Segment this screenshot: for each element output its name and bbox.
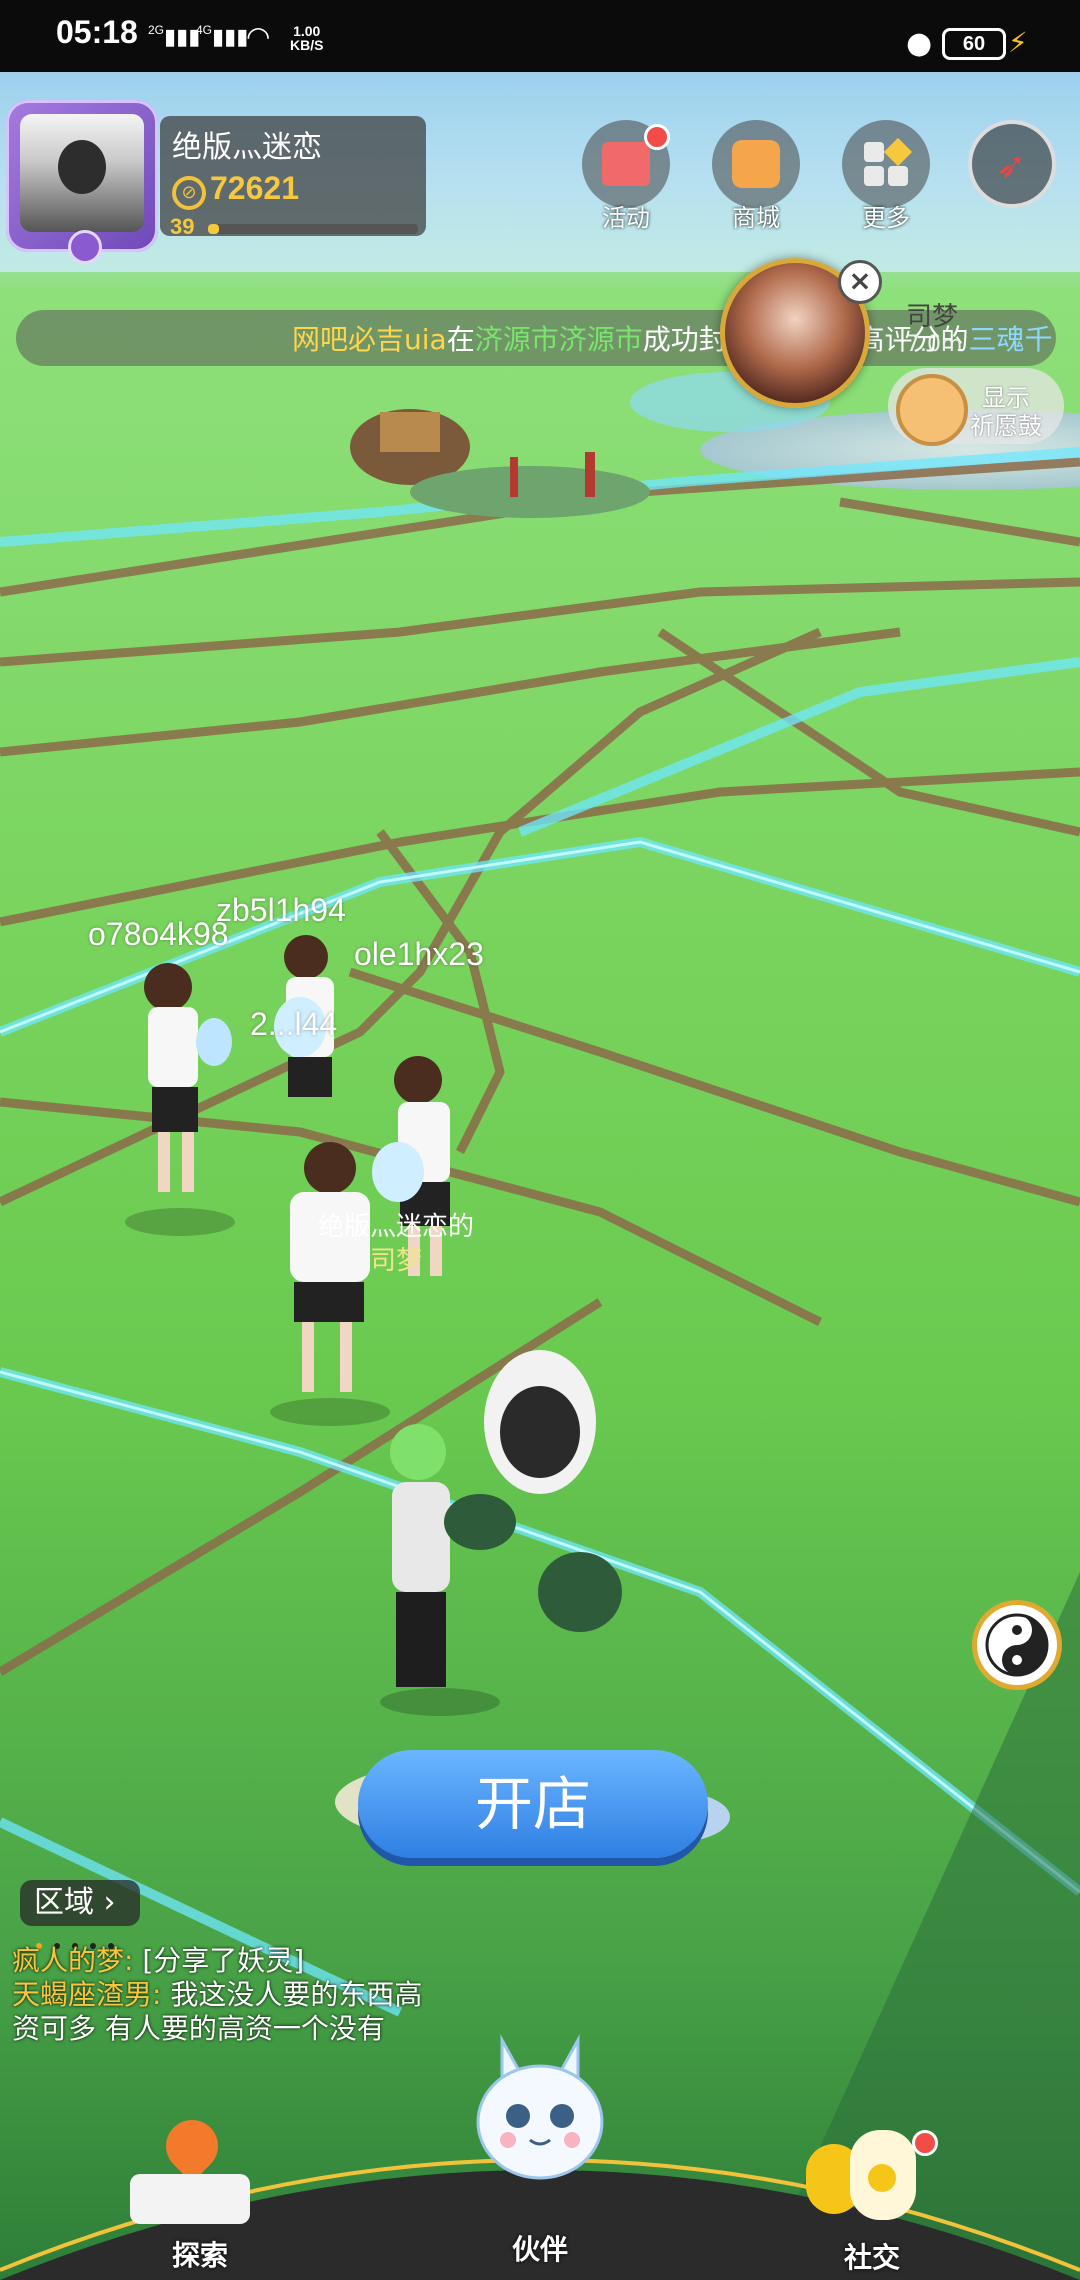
map-icon (130, 2174, 250, 2224)
announcement-place: 济源市济源市 (474, 323, 643, 356)
companion-name-tag: 司梦 (370, 1246, 423, 1276)
shop-button[interactable] (712, 120, 800, 208)
drum-icon (896, 374, 968, 446)
coin-count: 72621 (210, 170, 299, 206)
status-bar: 05:18 2G▮▮▮ 4G▮▮▮ ◠ 1.00 KB/S ● 60 ⚡ (0, 0, 1080, 72)
announcement-user: 网吧必吉uia (292, 323, 447, 356)
player-avatar[interactable] (6, 100, 158, 264)
location-icon: ● (906, 26, 933, 61)
coin-icon: ⊘ (172, 176, 206, 210)
player-level: 39 (170, 214, 195, 239)
activity-label: 活动 (602, 204, 650, 232)
chat-message[interactable]: 天蝎座渣男: 我这没人要的东西高 (12, 1978, 422, 2012)
social-button[interactable] (806, 2124, 926, 2234)
player-characters (125, 935, 730, 1843)
activity-notification-dot (644, 124, 670, 150)
announcement-banner: 网吧必吉uia在济源市济源市成功封印了1只超高评分的三魂千 (16, 310, 1056, 366)
close-icon[interactable]: × (838, 260, 882, 304)
grid-icon (888, 166, 908, 186)
signal-4g-icon: 4G▮▮▮ (196, 23, 249, 49)
compass-icon: ➶ (996, 146, 1027, 187)
drum-label-line2: 祈愿鼓 (970, 412, 1042, 440)
shop-label: 商城 (732, 204, 780, 232)
chat-message[interactable]: 资可多 有人要的高资一个没有 (12, 2012, 385, 2046)
shop-icon (732, 140, 780, 188)
charging-icon: ⚡ (1008, 26, 1028, 59)
companion-owner-tag: 绝版灬迷恋的 (318, 1212, 475, 1242)
compass-button[interactable]: ➶ (968, 120, 1056, 208)
rank-badge-icon (68, 230, 102, 264)
partner-label: 伙伴 (512, 2233, 569, 2266)
chat-message[interactable]: 疯人的梦: [分享了妖灵] (12, 1944, 304, 1978)
signal-2g-icon: 2G▮▮▮ (148, 23, 201, 49)
yin-yang-icon[interactable] (972, 1600, 1062, 1690)
nearby-player-name[interactable]: 2...l44 (250, 1006, 337, 1043)
more-button[interactable] (842, 120, 930, 208)
partner-button[interactable] (472, 2030, 608, 2180)
nearby-player-name[interactable]: zb5l1h94 (216, 892, 346, 929)
explore-button[interactable] (130, 2109, 250, 2230)
npc-distance: 7.0m (906, 332, 963, 357)
wifi-icon: ◠ (246, 21, 271, 52)
network-speed: 1.00 KB/S (290, 23, 324, 53)
open-shop-button[interactable]: 开店 (358, 1750, 708, 1858)
nearby-player-name[interactable]: o78o4k98 (88, 916, 229, 953)
clock: 05:18 (56, 14, 138, 50)
more-label: 更多 (862, 204, 910, 232)
explore-label: 探索 (172, 2239, 229, 2272)
level-progress-fill (208, 224, 219, 234)
battery-indicator: 60 (942, 28, 1006, 60)
npc-name: 司梦 (906, 302, 959, 332)
announcement-target: 三魂千 (968, 323, 1053, 356)
map-pin-icon (155, 2109, 229, 2183)
social-label: 社交 (844, 2241, 901, 2274)
social-notification-dot (912, 2130, 938, 2156)
player-name: 绝版灬迷恋 (172, 130, 322, 165)
partner-mascot-icon (476, 2034, 604, 2180)
nearby-player-name[interactable]: ole1hx23 (354, 936, 484, 973)
region-button[interactable]: 区域 › (20, 1880, 140, 1926)
gift-icon (602, 142, 650, 186)
level-progress-bar (208, 224, 418, 234)
